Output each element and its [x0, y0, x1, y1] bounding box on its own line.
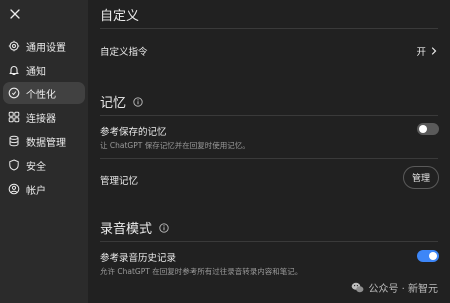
connector-icon: [8, 111, 20, 123]
toggle-knob: [419, 125, 427, 133]
saved-memory-toggle[interactable]: [417, 123, 439, 135]
custom-instructions-label: 自定义指令: [100, 47, 148, 58]
bell-icon: [9, 66, 19, 76]
toggle-knob: [429, 252, 437, 260]
divider: [100, 115, 438, 116]
chevron-right-icon: [431, 47, 437, 55]
sidebar-item-label: 通知: [26, 66, 46, 78]
settings-sidebar: 通用设置 通知 个性化 连接器 数据管理 安全 帐户: [0, 0, 88, 303]
section-title-text: 记忆: [100, 96, 127, 111]
sidebar-item-label: 帐户: [26, 185, 46, 197]
account-icon: [8, 183, 20, 195]
database-icon: [9, 135, 19, 147]
wechat-icon: [352, 282, 364, 293]
sidebar-item-account[interactable]: 帐户: [3, 178, 85, 200]
sidebar-item-data[interactable]: 数据管理: [3, 130, 85, 152]
saved-memory-description: 让 ChatGPT 保存记忆并在回复时使用记忆。: [100, 141, 250, 150]
watermark-text: 公众号 · 新智元: [368, 284, 438, 295]
manage-memory-label: 管理记忆: [100, 176, 139, 187]
divider: [100, 241, 438, 242]
section-title-recording: 录音模式: [100, 218, 169, 237]
close-button[interactable]: [6, 5, 24, 23]
recording-history-label: 参考录音历史记录: [100, 253, 177, 264]
recording-history-toggle[interactable]: [417, 250, 439, 262]
info-icon[interactable]: [133, 96, 143, 107]
custom-instructions-value[interactable]: 开: [416, 44, 438, 58]
saved-memory-label: 参考保存的记忆: [100, 127, 167, 138]
section-title-memory: 记忆: [100, 92, 143, 111]
settings-main: 自定义 自定义指令 开 记忆 参考保存的记忆 让 ChatGPT 保存记忆并在回…: [88, 0, 450, 303]
gear-icon: [8, 40, 20, 52]
sidebar-item-label: 数据管理: [26, 137, 66, 149]
shield-icon: [9, 159, 19, 171]
divider: [100, 28, 438, 29]
sidebar-item-notifications[interactable]: 通知: [3, 59, 85, 81]
close-icon: [10, 9, 20, 19]
sidebar-item-label: 个性化: [26, 89, 56, 101]
section-title-custom: 自定义: [100, 5, 139, 24]
recording-history-description: 允许 ChatGPT 在回复时参考所有过往录音转录内容和笔记。: [100, 267, 303, 276]
section-title-text: 录音模式: [100, 222, 153, 237]
divider: [100, 158, 438, 159]
sidebar-item-label: 连接器: [26, 113, 56, 125]
sidebar-item-label: 通用设置: [26, 42, 66, 54]
custom-instructions-status: 开: [416, 47, 426, 58]
sidebar-item-personalization[interactable]: 个性化: [3, 82, 85, 104]
info-icon[interactable]: [159, 222, 169, 233]
personalization-icon: [8, 87, 20, 99]
sidebar-item-connectors[interactable]: 连接器: [3, 106, 85, 128]
watermark: 公众号 · 新智元: [351, 280, 438, 295]
sidebar-item-label: 安全: [26, 161, 46, 173]
sidebar-item-security[interactable]: 安全: [3, 154, 85, 176]
section-title-text: 自定义: [100, 9, 140, 24]
sidebar-item-general[interactable]: 通用设置: [3, 35, 85, 57]
manage-memory-button[interactable]: 管理: [403, 166, 439, 189]
